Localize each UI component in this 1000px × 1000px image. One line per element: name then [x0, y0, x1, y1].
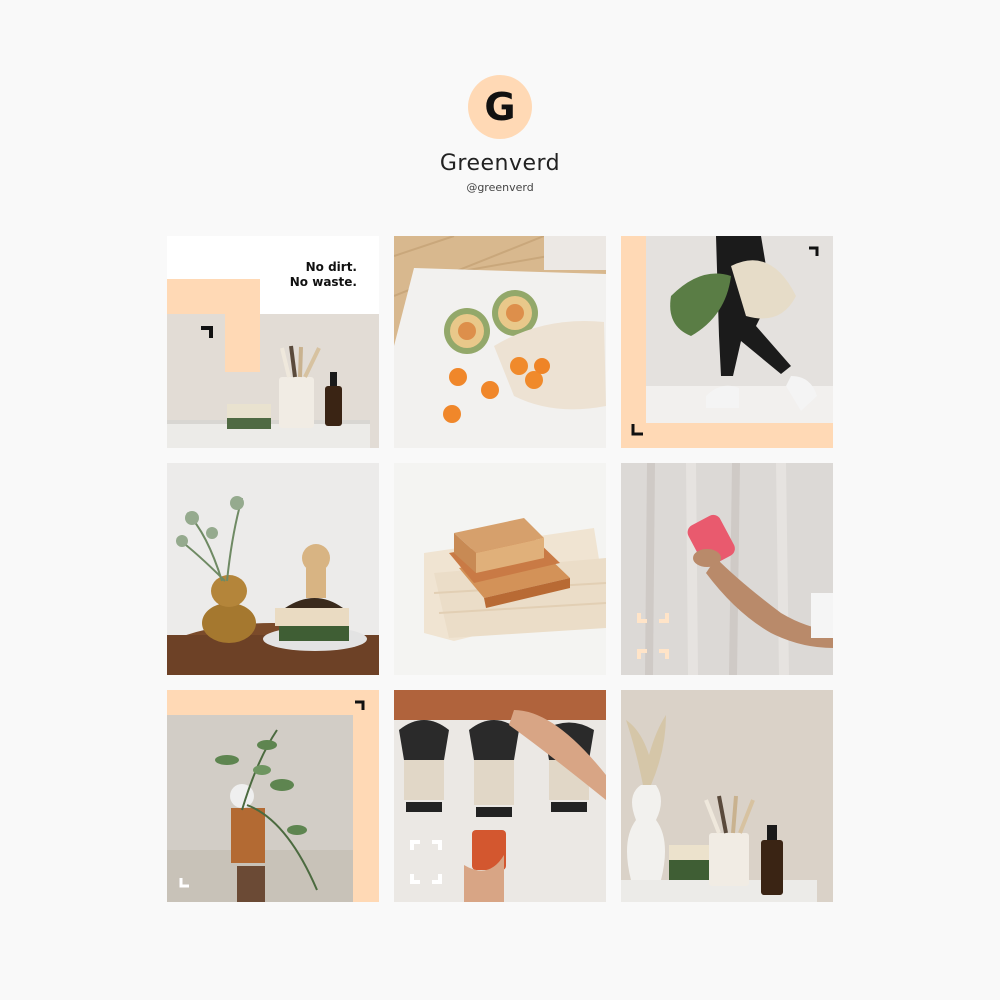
post-tile-3[interactable] — [621, 236, 833, 448]
profile-name: Greenverd — [439, 151, 561, 176]
caption-line-2: No waste. — [289, 275, 357, 289]
profile-handle: @greenverd — [466, 181, 534, 194]
caption-line-1: No dirt. — [305, 260, 357, 274]
person-mesh-bag-photo — [621, 236, 833, 448]
post-caption: No dirt. No waste. — [290, 260, 357, 290]
post-tile-5[interactable] — [394, 463, 606, 675]
post-tile-1[interactable]: No dirt. No waste. — [167, 236, 379, 448]
avatar-letter: G — [484, 85, 516, 129]
melons-apricots-photo — [394, 236, 606, 448]
pink-cup-photo — [621, 463, 833, 675]
post-tile-2[interactable] — [394, 236, 606, 448]
post-tile-7[interactable] — [167, 690, 379, 902]
bathroom-brushes-photo — [621, 690, 833, 902]
vase-and-brush-photo — [167, 463, 379, 675]
post-tile-6[interactable] — [621, 463, 833, 675]
bulk-dispensers-photo — [394, 690, 606, 902]
avatar[interactable]: G — [468, 75, 532, 139]
post-tile-4[interactable] — [167, 463, 379, 675]
post-tile-8[interactable] — [394, 690, 606, 902]
post-tile-9[interactable] — [621, 690, 833, 902]
eucalyptus-stones-photo — [167, 690, 379, 902]
stacked-soaps-photo — [394, 463, 606, 675]
